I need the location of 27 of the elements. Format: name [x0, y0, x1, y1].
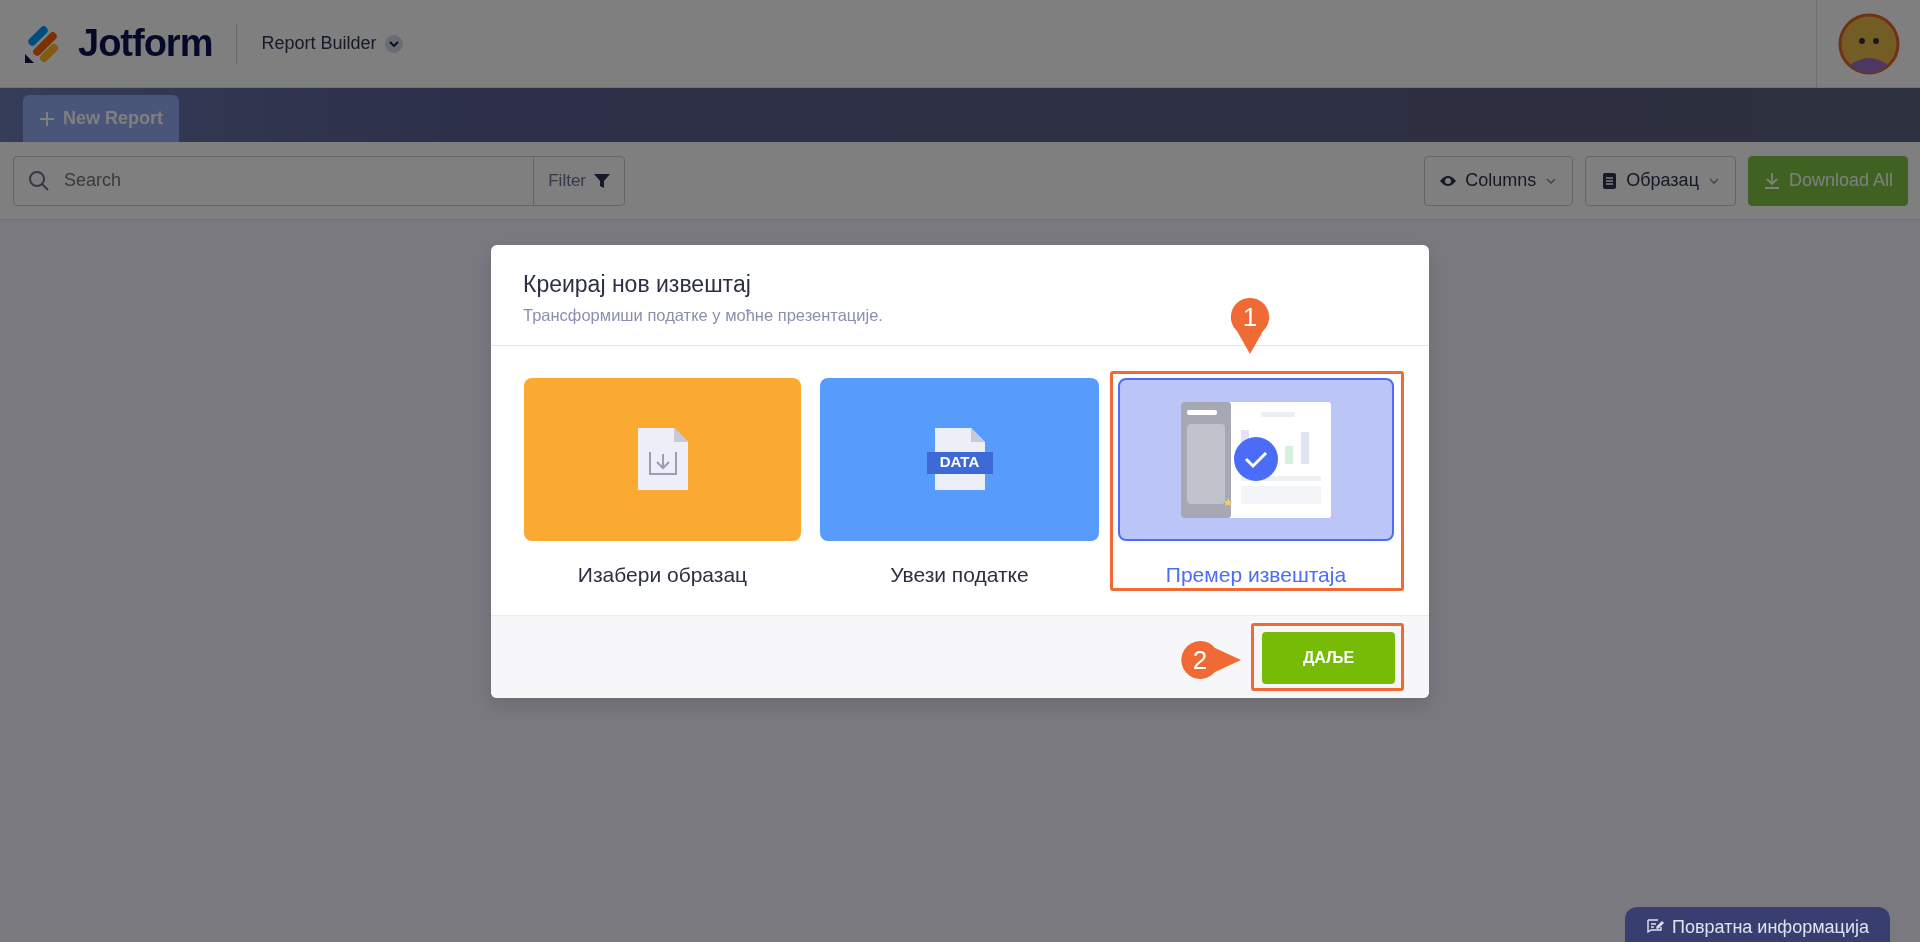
- file-download-icon: [635, 427, 690, 492]
- option-card[interactable]: DATA: [820, 378, 1099, 541]
- feedback-button[interactable]: Повратна информација: [1625, 907, 1890, 942]
- plus-icon: [39, 110, 55, 127]
- filter-icon: [594, 172, 610, 189]
- option-label[interactable]: Премер извештаја: [1118, 559, 1394, 591]
- step-marker: 1: [1229, 296, 1271, 356]
- dropdown-button[interactable]: Columns: [1424, 155, 1574, 206]
- app-menu[interactable]: Report Builder: [261, 30, 403, 57]
- option-card[interactable]: [1118, 378, 1394, 541]
- search-field[interactable]: Search Filter: [13, 155, 625, 206]
- data-label: DATA: [926, 451, 993, 474]
- feedback-icon: [1646, 918, 1665, 936]
- filter-button[interactable]: Filter: [533, 156, 624, 205]
- option-label[interactable]: Изабери образац: [524, 559, 801, 591]
- step-marker: 2: [1180, 640, 1242, 680]
- avatar-icon[interactable]: [1837, 12, 1900, 75]
- option-label[interactable]: Увези податке: [820, 559, 1099, 591]
- dialog-title: Креирај нов извештај: [523, 271, 752, 299]
- download-icon: [1762, 171, 1781, 190]
- logo-text[interactable]: Jotform: [78, 15, 213, 72]
- search-icon: [28, 169, 50, 192]
- document-icon: [1600, 171, 1619, 190]
- dialog-subtitle: Трансформиши податке у моћне презентације.: [523, 304, 883, 326]
- next-button[interactable]: ДАЉЕ: [1262, 632, 1395, 684]
- dropdown-button[interactable]: Образац: [1585, 155, 1736, 206]
- chevron-icon: [384, 34, 403, 53]
